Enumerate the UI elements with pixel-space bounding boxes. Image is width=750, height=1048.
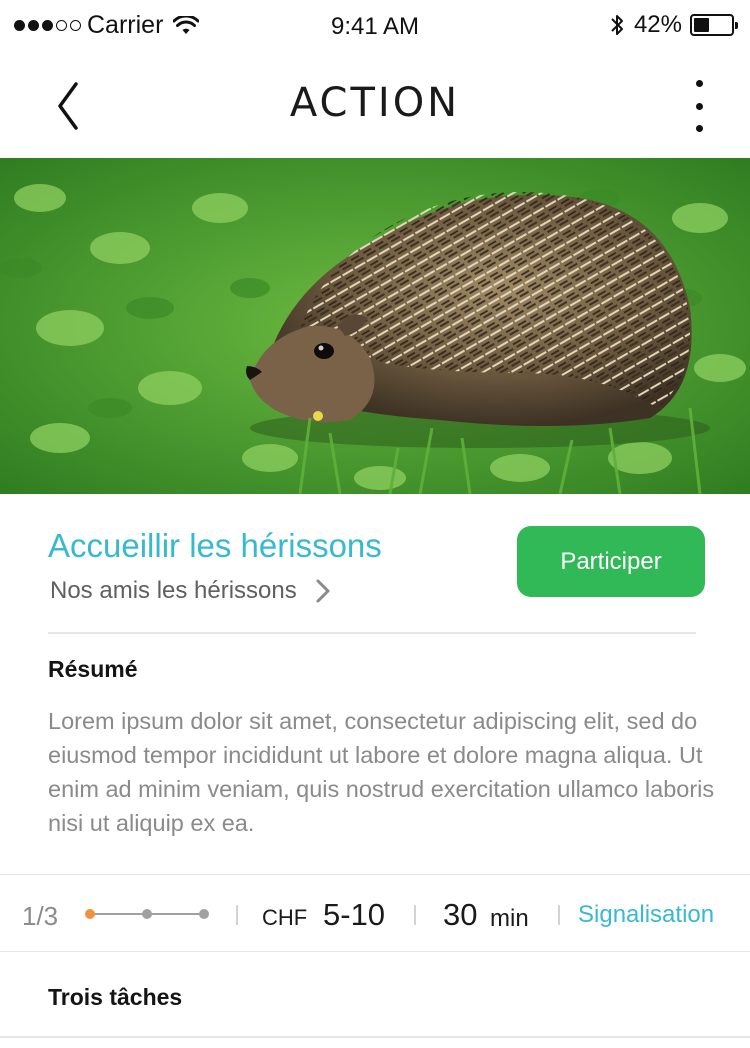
divider [0,1036,750,1038]
bluetooth-icon [611,15,623,35]
separator [414,905,416,925]
hedgehog-photo [0,158,750,494]
participate-button[interactable]: Participer [517,526,705,597]
progress-dot [85,909,95,919]
navigation-bar: ACTION [0,52,750,158]
more-vertical-icon-dot [695,102,703,110]
step-progress-indicator [85,909,209,919]
summary-heading: Résumé [48,656,138,682]
page-title: ACTION [289,80,461,126]
category-label: Nos amis les hérissons [50,577,297,604]
category-link[interactable]: Nos amis les hérissons [50,577,331,605]
action-title: Accueillir les hérissons [48,527,382,564]
progress-dot [199,909,209,919]
battery-fill [694,18,710,32]
progress-dot [142,909,152,919]
status-right: 42% [610,11,738,39]
chevron-right-icon [316,579,330,603]
divider [48,632,696,634]
more-options-button[interactable] [684,80,714,132]
tasks-heading: Trois tâches [48,984,183,1010]
battery-icon [690,14,738,36]
currency-label: CHF [262,905,308,930]
cost-value: 5-10 [323,897,386,932]
duration-value: 30 [443,897,478,932]
summary-text: Lorem ipsum dolor sit amet, consectetur … [48,708,715,836]
more-vertical-icon-dot [695,125,703,132]
battery-percentage: 42% [633,11,682,38]
hero-image [0,158,750,494]
separator [558,905,560,925]
info-bar: 1/3 CHF 5-10 30 min Signalisation [0,874,750,952]
step-counter: 1/3 [22,901,59,931]
status-bar: Carrier 9:41 AM 42% [0,0,750,52]
report-link[interactable]: Signalisation [578,901,714,929]
duration-unit: min [490,905,529,932]
separator [236,905,238,925]
more-vertical-icon-dot [695,80,703,87]
